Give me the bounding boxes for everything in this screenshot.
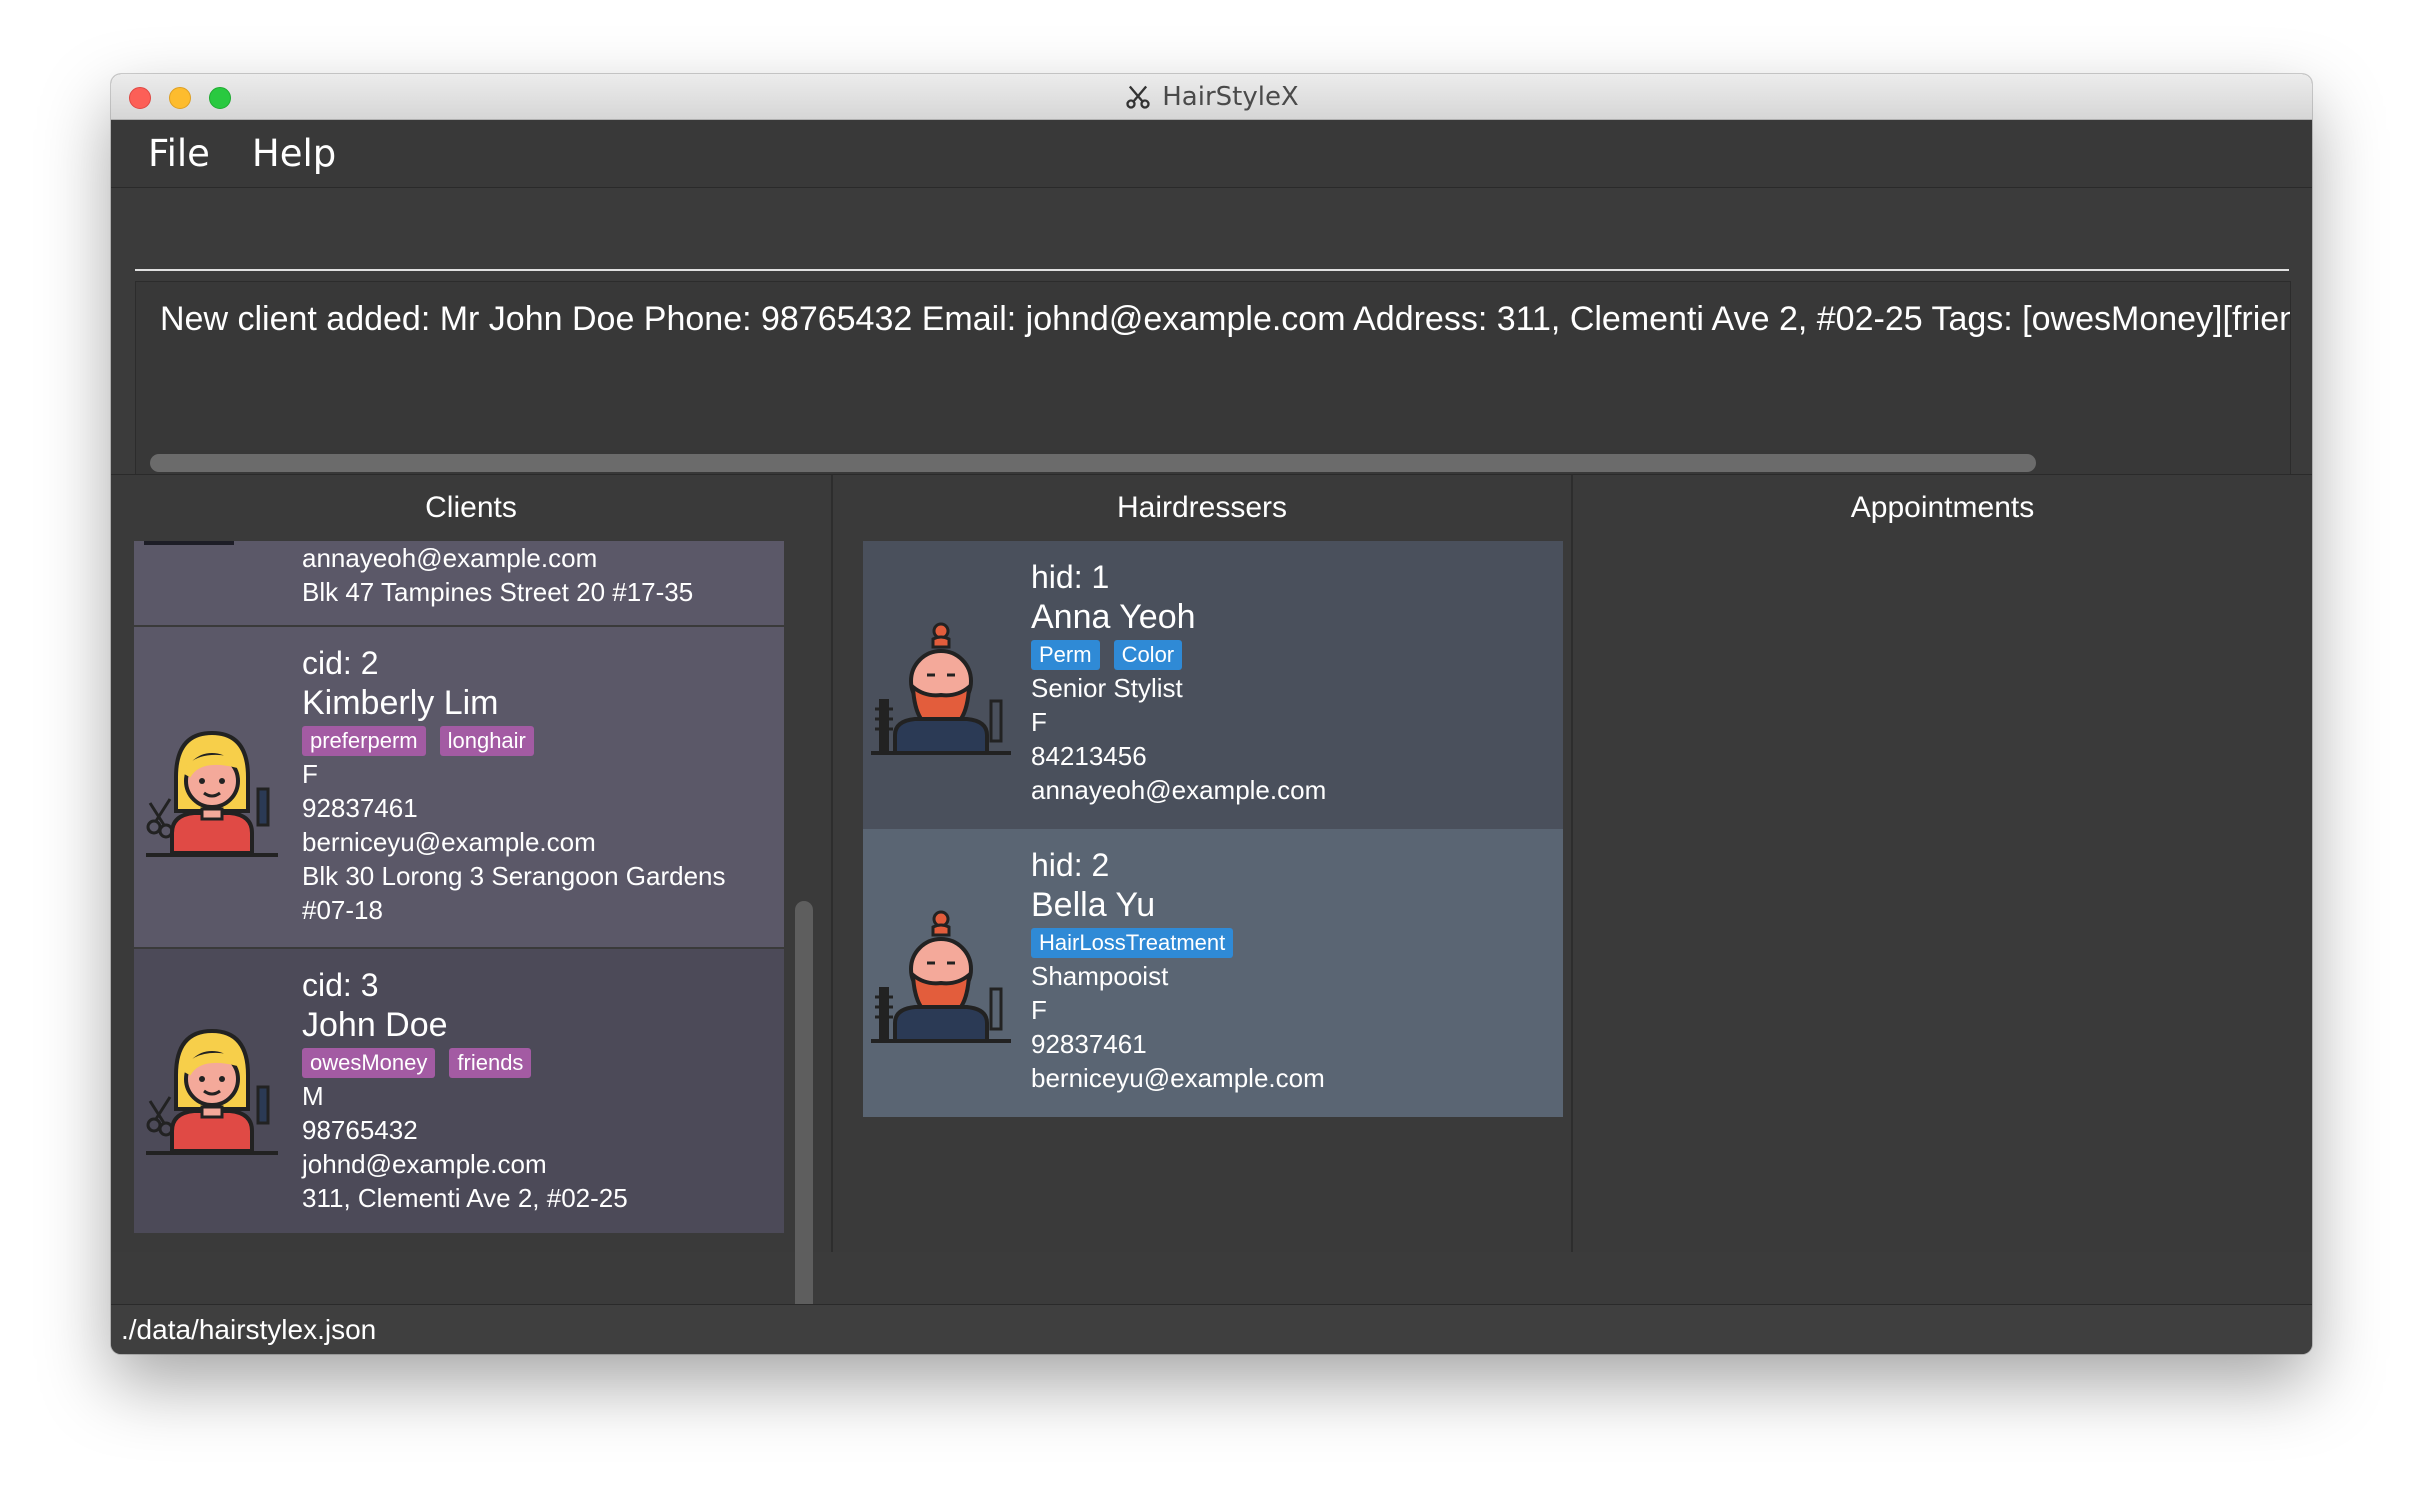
client-address: Blk 30 Lorong 3 Serangoon Gardens [302, 861, 726, 891]
menu-file[interactable]: File [148, 132, 210, 175]
stylist-woman-icon [146, 730, 278, 857]
client-tags: owesMoney friends [302, 1047, 628, 1079]
hairdresser-name: Anna Yeoh [1031, 598, 1196, 636]
hairdresser-email: annayeoh@example.com [1031, 775, 1327, 805]
client-address: 311, Clementi Ave 2, #02-25 [302, 1183, 628, 1213]
appointment-list[interactable] [1593, 541, 2293, 1233]
client-email: annayeoh@example.com [302, 543, 598, 573]
menu-help[interactable]: Help [252, 132, 336, 175]
hairdresser-title: Senior Stylist [1031, 673, 1183, 703]
hairdresser-title: Shampooist [1031, 961, 1169, 991]
result-horizontal-scrollbar[interactable] [150, 454, 2036, 472]
hairdressers-title: Hairdressers [1116, 491, 1288, 524]
hairdresser-phone: 84213456 [1031, 741, 1147, 771]
client-id: cid: 3 [302, 967, 379, 1003]
client-tags: preferperm longhair [302, 725, 726, 757]
hairdresser-card[interactable]: hid: 1 Anna Yeoh Perm Color Senior Styli… [863, 541, 1563, 829]
clients-panel: Clients annayeoh@example.com Blk 47 Tamp… [111, 475, 833, 1354]
client-tag: longhair [439, 726, 534, 756]
client-list-scroll-thumb[interactable] [795, 901, 813, 1354]
client-address: Blk 47 Tampines Street 20 #17-35 [302, 577, 694, 607]
status-bar: ./data/hairstylex.json [111, 1304, 2312, 1354]
hairdresser-name: Bella Yu [1031, 886, 1156, 924]
client-gender: F [302, 759, 318, 789]
hairdresser-tag: HairLossTreatment [1031, 928, 1234, 958]
hairdresser-email: berniceyu@example.com [1031, 1063, 1325, 1093]
client-list-scrollbar[interactable] [795, 901, 813, 1354]
client-email: berniceyu@example.com [302, 827, 596, 857]
hairdresser-gender: F [1031, 995, 1047, 1025]
app-window: HairStyleX File Help New client added: M… [111, 74, 2312, 1354]
client-name: John Doe [302, 1006, 448, 1044]
hairdresser-tag: Color [1113, 640, 1183, 670]
hairdresser-list[interactable]: hid: 1 Anna Yeoh Perm Color Senior Styli… [863, 541, 1563, 1233]
result-text: New client added: Mr John Doe Phone: 987… [160, 300, 2291, 338]
barber-man-icon [871, 622, 1011, 755]
lists-area: Clients annayeoh@example.com Blk 47 Tamp… [111, 474, 2312, 1354]
hairdressers-panel: Hairdressers hid: 1 Anna Yeoh Perm Color… [833, 475, 1573, 1252]
client-tag: owesMoney [302, 1048, 436, 1078]
window-title-text: HairStyleX [1162, 82, 1299, 112]
client-phone: 98765432 [302, 1115, 418, 1145]
client-gender: M [302, 1081, 324, 1111]
client-list[interactable]: annayeoh@example.com Blk 47 Tampines Str… [134, 541, 784, 1233]
hairdresser-card[interactable]: hid: 2 Bella Yu HairLossTreatment Shampo… [863, 829, 1563, 1117]
stylist-woman-icon [146, 1028, 278, 1155]
appointments-title: Appointments [1850, 491, 2035, 524]
hairdresser-id: hid: 1 [1031, 559, 1110, 595]
client-address-line2: #07-18 [302, 895, 383, 925]
client-tag: preferperm [302, 726, 426, 756]
client-tag: friends [449, 1048, 532, 1078]
client-card[interactable]: annayeoh@example.com Blk 47 Tampines Str… [134, 541, 784, 625]
scissors-icon [1126, 85, 1150, 109]
client-name: Kimberly Lim [302, 684, 499, 722]
hairdresser-tags: Perm Color [1031, 639, 1326, 671]
hairdresser-id: hid: 2 [1031, 847, 1110, 883]
appointments-panel: Appointments [1573, 475, 2312, 1252]
hairdresser-tags: HairLossTreatment [1031, 927, 1325, 959]
title-bar: HairStyleX [111, 74, 2312, 120]
barber-man-icon [871, 910, 1011, 1043]
clients-title: Clients [425, 491, 517, 524]
hairdresser-phone: 92837461 [1031, 1029, 1147, 1059]
menu-bar: File Help [111, 120, 2312, 188]
client-email: johnd@example.com [302, 1149, 547, 1179]
client-card[interactable]: cid: 3 John Doe owesMoney friends M 9876… [134, 949, 784, 1233]
avatar-fragment [144, 541, 234, 545]
client-phone: 92837461 [302, 793, 418, 823]
hairdresser-gender: F [1031, 707, 1047, 737]
save-location: ./data/hairstylex.json [121, 1313, 377, 1345]
hairdresser-tag: Perm [1031, 640, 1100, 670]
client-card[interactable]: cid: 2 Kimberly Lim preferperm longhair … [134, 627, 784, 947]
command-input[interactable] [135, 217, 2289, 271]
result-display: New client added: Mr John Doe Phone: 987… [135, 281, 2291, 495]
window-title: HairStyleX [111, 74, 2312, 120]
client-id: cid: 2 [302, 645, 379, 681]
